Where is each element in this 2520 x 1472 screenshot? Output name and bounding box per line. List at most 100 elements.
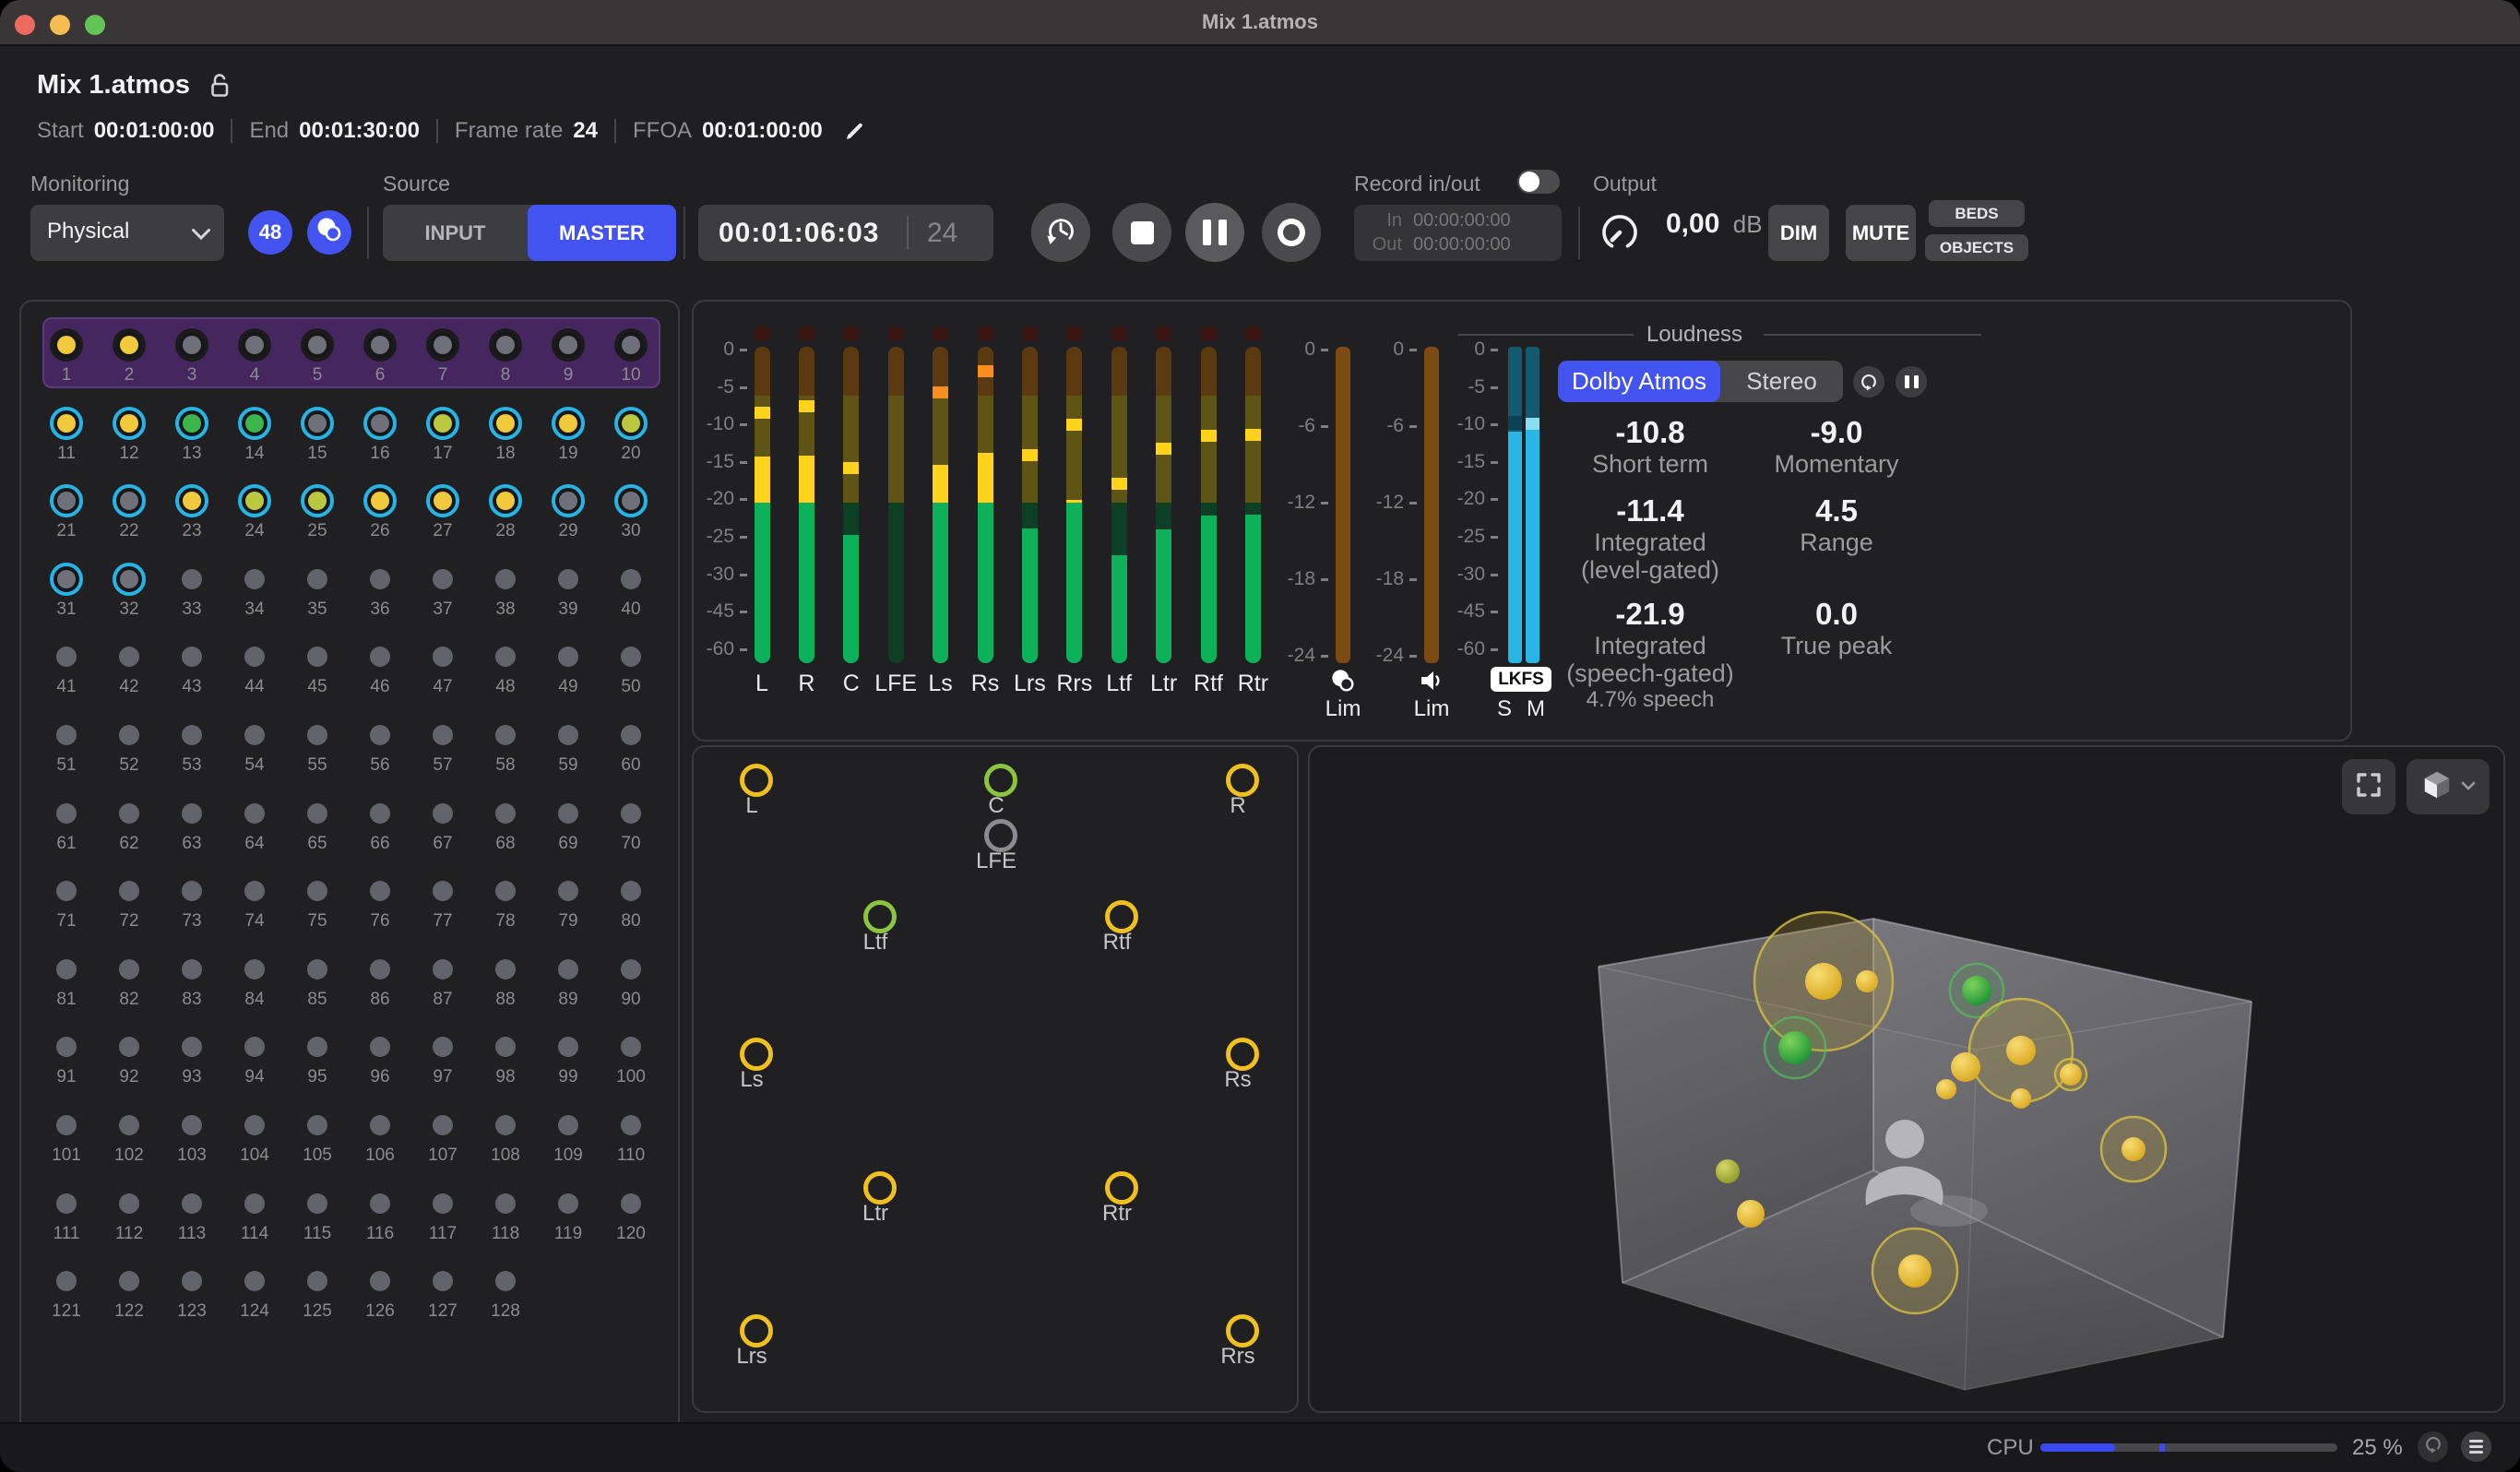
channel-dot[interactable] [433,1115,453,1135]
channel-dot[interactable] [50,484,83,517]
channel-dot[interactable] [370,725,390,745]
channel-dot[interactable] [307,881,327,901]
channel-dot[interactable] [363,328,397,362]
fullscreen-button[interactable] [2342,759,2395,814]
channel-dot[interactable] [244,1271,265,1291]
record-in-out-toggle[interactable] [1517,170,1560,194]
channel-dot[interactable] [433,725,453,745]
channel-dot[interactable] [621,1115,641,1135]
channel-dot[interactable] [363,484,397,517]
channel-dot[interactable] [175,407,208,440]
channel-dot[interactable] [370,1193,390,1214]
channel-dot[interactable] [244,959,265,979]
channel-dot[interactable] [621,725,641,745]
channel-dot[interactable] [495,881,516,901]
channel-dot[interactable] [119,959,139,979]
channel-dot[interactable] [370,959,390,979]
channel-dot[interactable] [621,881,641,901]
source-master-button[interactable]: MASTER [528,205,676,261]
channel-dot[interactable] [621,1193,641,1214]
channel-dot[interactable] [433,1037,453,1057]
channel-dot[interactable] [621,569,641,589]
channel-dot[interactable] [175,328,208,362]
channel-dot[interactable] [621,1037,641,1057]
binaural-monitor-button[interactable] [307,210,351,255]
channel-dot[interactable] [301,484,334,517]
log-menu-button[interactable] [2461,1431,2491,1462]
channel-dot[interactable] [614,407,648,440]
channel-dot[interactable] [370,1271,390,1291]
channel-dot[interactable] [489,484,522,517]
channel-dot[interactable] [558,1037,578,1057]
channel-dot[interactable] [50,563,83,596]
channel-dot[interactable] [495,725,516,745]
channel-dot[interactable] [244,647,265,667]
channel-dot[interactable] [433,881,453,901]
channel-dot[interactable] [433,803,453,824]
pause-button[interactable] [1185,203,1244,262]
channel-dot[interactable] [495,1271,516,1291]
return-to-start-button[interactable] [1031,203,1090,262]
tab-stereo[interactable]: Stereo [1720,361,1843,402]
channel-dot[interactable] [238,328,271,362]
channel-dot[interactable] [113,407,146,440]
tab-dolby-atmos[interactable]: Dolby Atmos [1558,361,1720,402]
channel-dot[interactable] [433,959,453,979]
stop-button[interactable] [1112,203,1171,262]
channel-dot[interactable] [495,1115,516,1135]
channel-dot[interactable] [552,328,585,362]
channel-dot[interactable] [433,1193,453,1214]
room-3d-scene[interactable] [1310,747,2503,1411]
channel-dot[interactable] [433,647,453,667]
channel-dot[interactable] [370,569,390,589]
channel-dot[interactable] [307,1193,327,1214]
view-mode-button[interactable] [2407,759,2490,814]
loudness-reset-button[interactable] [1853,366,1884,398]
channel-dot[interactable] [370,803,390,824]
channel-dot[interactable] [552,407,585,440]
channel-dot[interactable] [182,725,202,745]
channel-dot[interactable] [621,803,641,824]
channel-dot[interactable] [50,407,83,440]
channel-dot[interactable] [50,328,83,362]
channel-dot[interactable] [558,959,578,979]
channel-dot[interactable] [113,484,146,517]
channel-dot[interactable] [182,569,202,589]
beds-button[interactable]: BEDS [1929,200,2025,227]
channel-dot[interactable] [238,484,271,517]
channel-dot[interactable] [621,647,641,667]
channel-dot[interactable] [370,1115,390,1135]
channel-dot[interactable] [238,407,271,440]
channel-dot[interactable] [558,1193,578,1214]
channel-dot[interactable] [56,881,77,901]
channel-dot[interactable] [558,881,578,901]
mute-button[interactable]: MUTE [1846,205,1916,261]
channel-dot[interactable] [558,803,578,824]
channel-dot[interactable] [244,725,265,745]
channel-dot[interactable] [495,803,516,824]
channel-dot[interactable] [182,803,202,824]
channel-dot[interactable] [119,1193,139,1214]
channel-dot[interactable] [363,407,397,440]
channel-dot[interactable] [119,803,139,824]
channel-dot[interactable] [119,1115,139,1135]
channel-dot[interactable] [307,725,327,745]
channel-dot[interactable] [307,1037,327,1057]
lock-icon[interactable] [208,72,232,99]
channel-dot[interactable] [552,484,585,517]
channel-dot[interactable] [301,407,334,440]
channel-dot[interactable] [119,881,139,901]
channel-dot[interactable] [614,328,648,362]
channel-dot[interactable] [370,881,390,901]
channel-dot[interactable] [56,959,77,979]
channel-dot[interactable] [433,1271,453,1291]
channel-dot[interactable] [495,959,516,979]
channel-dot[interactable] [495,647,516,667]
monitoring-select[interactable]: Physical [30,205,224,261]
channel-dot[interactable] [621,959,641,979]
channel-dot[interactable] [558,647,578,667]
channel-dot[interactable] [495,569,516,589]
channel-dot[interactable] [182,881,202,901]
channel-dot[interactable] [307,647,327,667]
channel-dot[interactable] [301,328,334,362]
